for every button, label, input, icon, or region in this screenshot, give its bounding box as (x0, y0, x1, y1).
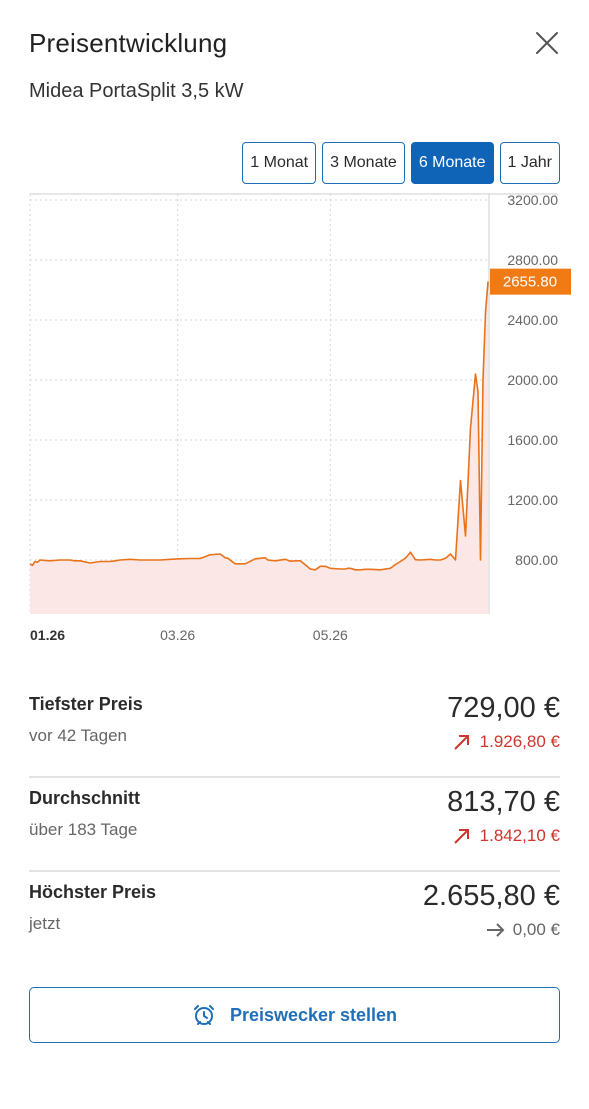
y-tick-label: 1200.00 (507, 492, 558, 508)
trend-up-icon (453, 829, 469, 844)
trend-up-icon (453, 735, 469, 750)
page-title: Preisentwicklung (29, 28, 228, 58)
stat-label: Durchschnitt (29, 788, 141, 808)
x-tick-label: 01.26 (30, 627, 65, 643)
current-price-label: 2655.80 (503, 274, 557, 291)
stat-subtext: jetzt (29, 914, 61, 933)
close-icon[interactable] (534, 30, 560, 56)
set-price-alert-label: Preiswecker stellen (229, 1004, 398, 1025)
tab-1-month[interactable]: 1 Monat (242, 142, 317, 184)
tab-1-year[interactable]: 1 Jahr (499, 142, 560, 184)
y-tick-label: 3200.00 (507, 192, 558, 208)
y-tick-label: 2400.00 (507, 312, 558, 328)
stat-subtext: vor 42 Tagen (29, 726, 127, 745)
arrow-right-icon (486, 923, 505, 937)
stat-label: Höchster Preis (29, 882, 157, 902)
header: Preisentwicklung (29, 28, 560, 59)
stat-lowest-price: Tiefster Preis vor 42 Tagen 729,00 € 1.9… (29, 684, 560, 778)
stat-average-price: Durchschnitt über 183 Tage 813,70 € 1.84… (29, 778, 560, 872)
stat-delta-value: 1.926,80 € (479, 732, 560, 751)
stat-value: 729,00 € (447, 692, 560, 724)
set-price-alert-button[interactable]: Preiswecker stellen (29, 987, 560, 1043)
y-tick-label: 1600.00 (507, 432, 558, 448)
stat-delta: 1.926,80 € (452, 732, 560, 752)
x-tick-label: 05.26 (313, 627, 348, 643)
y-tick-label: 800.00 (515, 552, 558, 568)
stat-delta: 1.842,10 € (452, 826, 560, 846)
stat-subtext: über 183 Tage (29, 820, 138, 839)
price-stats: Tiefster Preis vor 42 Tagen 729,00 € 1.9… (29, 684, 560, 964)
stat-value: 813,70 € (447, 786, 560, 818)
y-tick-label: 2800.00 (507, 252, 558, 268)
x-tick-label: 03.26 (160, 627, 195, 643)
range-tabs: 1 Monat 3 Monate 6 Monate 1 Jahr (242, 142, 560, 184)
stat-highest-price: Höchster Preis jetzt 2.655,80 € 0,00 € (29, 872, 560, 964)
price-line (29, 281, 489, 571)
alarm-clock-icon (193, 1005, 214, 1025)
product-name: Midea PortaSplit 3,5 kW (29, 80, 244, 102)
stat-delta-value: 1.842,10 € (479, 826, 560, 845)
price-history-chart: 3200.00 2800.00 2400.00 2000.00 1600.00 1200.… (29, 192, 571, 643)
stat-label: Tiefster Preis (29, 694, 143, 714)
stat-value: 2.655,80 € (422, 880, 560, 912)
y-tick-label: 2000.00 (507, 372, 558, 388)
stat-delta: 0,00 € (485, 920, 560, 940)
tab-6-months[interactable]: 6 Monate (410, 142, 494, 184)
price-area (30, 281, 488, 614)
tab-3-months[interactable]: 3 Monate (322, 142, 405, 184)
stat-delta-value: 0,00 € (512, 920, 560, 939)
